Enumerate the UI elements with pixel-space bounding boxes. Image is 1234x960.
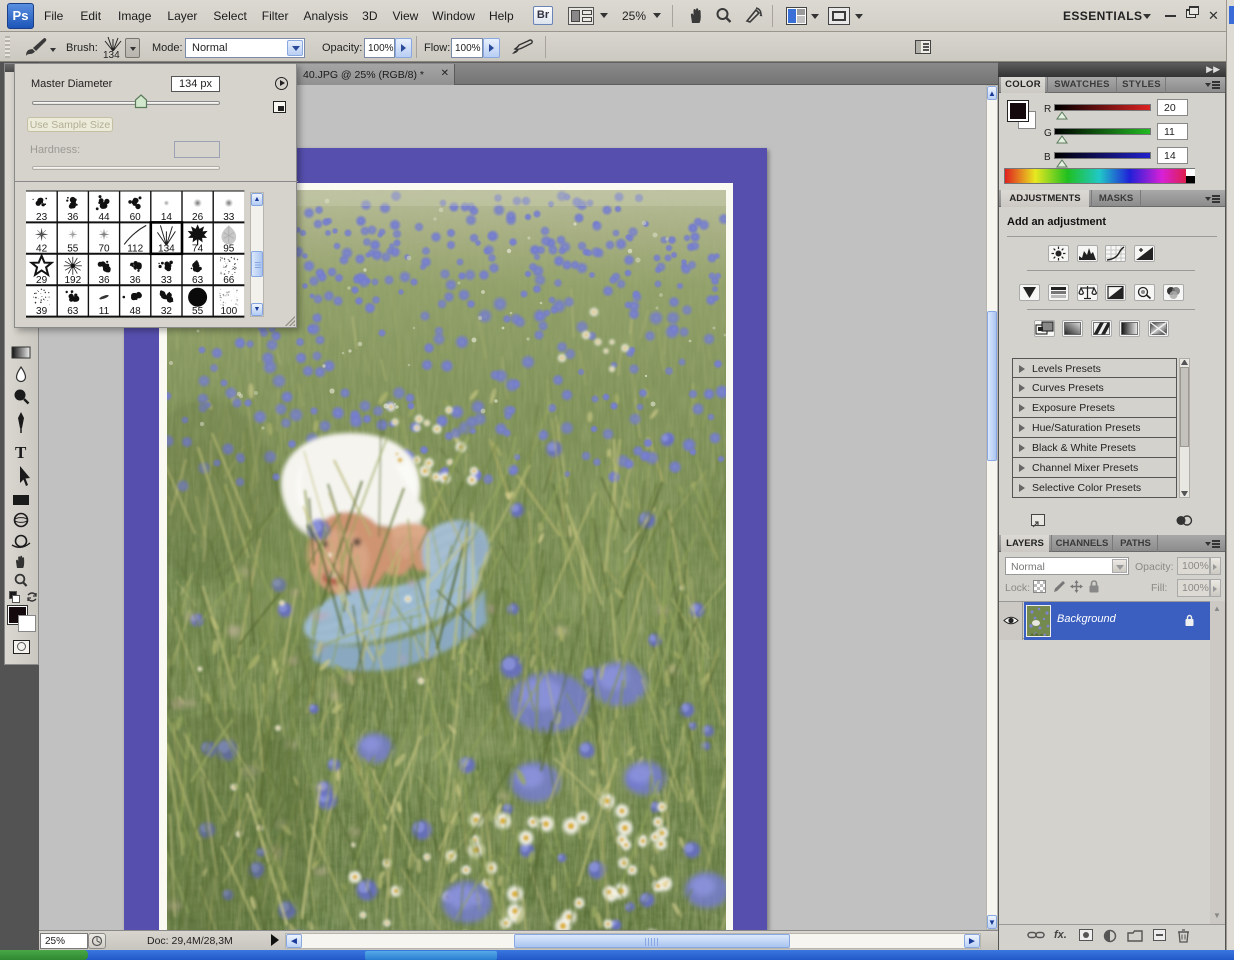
svg-text:T: T	[15, 443, 27, 462]
